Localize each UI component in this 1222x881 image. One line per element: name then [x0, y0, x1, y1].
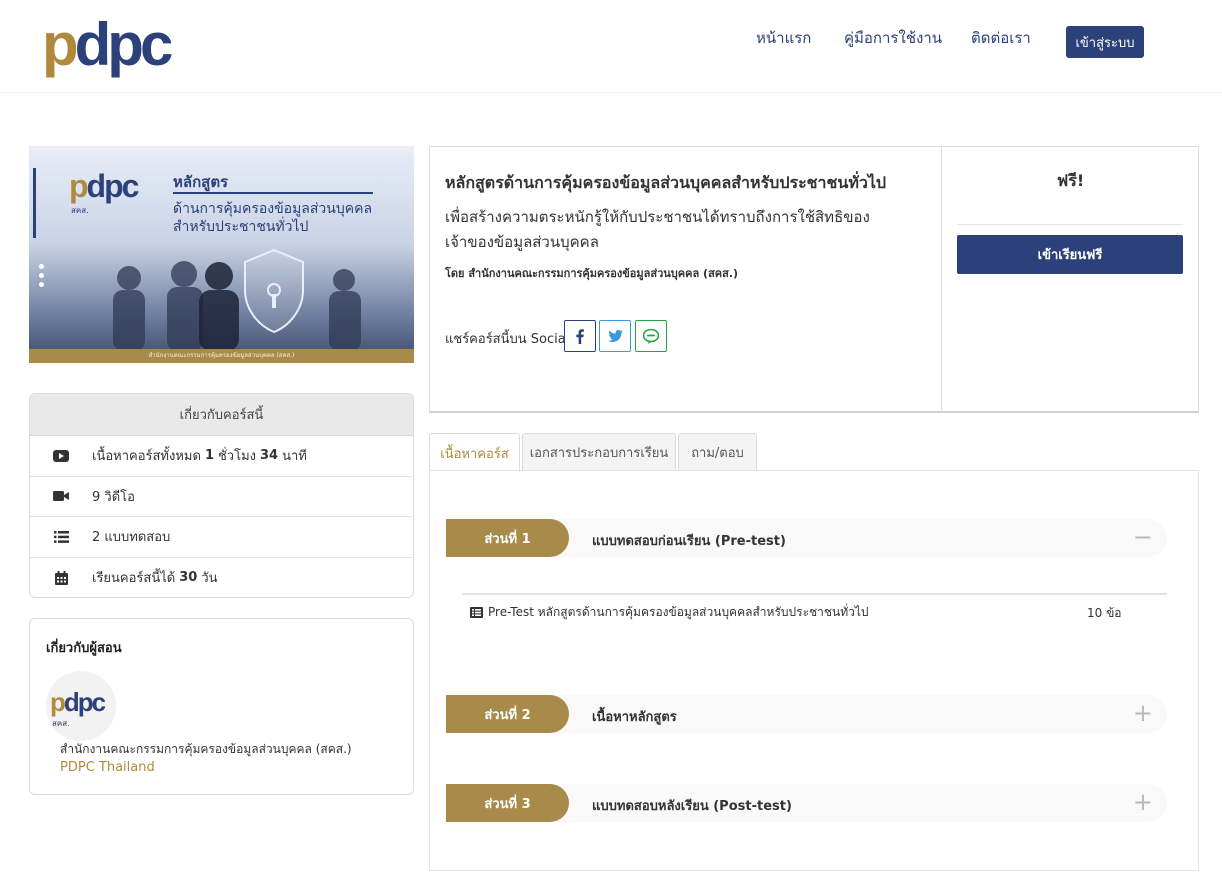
lesson-item[interactable]: Pre-Test หลักสูตรด้านการคุ้มครองข้อมูลส่… [470, 602, 1160, 622]
share-line-button[interactable] [635, 320, 667, 352]
about-access-row: เรียนคอร์สนี้ได้ 30 วัน [30, 558, 413, 598]
lesson-question-count: 10 ข้อ [1087, 606, 1122, 620]
section-1-header[interactable]: ส่วนที่ 1 แบบทดสอบก่อนเรียน (Pre-test) − [446, 519, 1167, 557]
course-content-panel: ส่วนที่ 1 แบบทดสอบก่อนเรียน (Pre-test) −… [429, 470, 1199, 871]
expand-icon[interactable]: + [1133, 699, 1153, 727]
video-camera-icon [30, 490, 92, 502]
course-title: หลักสูตรด้านการคุ้มครองข้อมูลส่วนบุคคลสำ… [445, 173, 887, 192]
about-course-panel: เกี่ยวกับคอร์สนี้ เนื้อหาคอร์สทั้งหมด 1 … [29, 393, 414, 598]
course-author: โดย สำนักงานคณะกรรมการคุ้มครองข้อมูลส่วน… [445, 267, 739, 280]
logo-letter-p: p [42, 11, 79, 78]
instructor-heading: เกี่ยวกับผู้สอน [46, 641, 122, 656]
banner-footer-text: สำนักงานคณะกรรมการคุ้มครองข้อมูลส่วนบุคค… [29, 349, 414, 363]
share-facebook-button[interactable] [564, 320, 596, 352]
nav-manual-link[interactable]: คู่มือการใช้งาน [844, 26, 942, 50]
instructor-avatar: pdpc สคส. [46, 671, 116, 741]
about-course-heading: เกี่ยวกับคอร์สนี้ [30, 394, 413, 436]
about-videos-row: 9 วิดีโอ [30, 477, 413, 517]
youtube-icon [30, 449, 92, 462]
facebook-icon [576, 328, 584, 344]
lesson-title: Pre-Test หลักสูตรด้านการคุ้มครองข้อมูลส่… [488, 604, 869, 619]
share-label: แชร์คอร์สนี้บน Social: [445, 332, 574, 347]
avatar-logo-sub: สคส. [52, 719, 70, 728]
section-2-label: ส่วนที่ 2 [446, 695, 569, 733]
expand-icon[interactable]: + [1133, 788, 1153, 816]
course-info-panel: หลักสูตรด้านการคุ้มครองข้อมูลส่วนบุคคลสำ… [429, 146, 1199, 413]
instructor-profile-link[interactable]: PDPC Thailand [60, 760, 155, 775]
share-twitter-button[interactable] [599, 320, 631, 352]
tab-documents[interactable]: เอกสารประกอบการเรียน [522, 433, 676, 471]
avatar-logo-p: p [50, 687, 66, 717]
section-3-title: แบบทดสอบหลังเรียน (Post-test) [592, 799, 792, 814]
login-button[interactable]: เข้าสู่ระบบ [1066, 26, 1144, 58]
price-divider [957, 224, 1183, 225]
section-2-header[interactable]: ส่วนที่ 2 เนื้อหาหลักสูตร + [446, 695, 1167, 733]
pdpc-logo[interactable]: pdpc [42, 11, 173, 78]
course-description: เพื่อสร้างความตระหนักรู้ให้กับประชาชนได้… [445, 208, 870, 251]
instructor-panel: เกี่ยวกับผู้สอน pdpc สคส. สำนักงานคณะกรร… [29, 618, 414, 795]
section-1-label: ส่วนที่ 1 [446, 519, 569, 557]
banner-logo-dpc: dpc [86, 168, 140, 204]
collapse-icon[interactable]: − [1133, 523, 1153, 551]
shield-lock-icon [244, 248, 304, 334]
course-banner-image: pdpc สคส. หลักสูตร ด้านการคุ้มครองข้อมูล… [29, 146, 414, 363]
tab-qa[interactable]: ถาม/ตอบ [678, 433, 757, 471]
section-1-divider [462, 593, 1167, 595]
banner-subtitle-2: สำหรับประชาชนทั่วไป [173, 219, 309, 235]
banner-divider [173, 192, 373, 194]
banner-dots [39, 264, 44, 291]
instructor-name: สำนักงานคณะกรรมการคุ้มครองข้อมูลส่วนบุคค… [60, 742, 352, 756]
site-header: pdpc หน้าแรก คู่มือการใช้งาน ติดต่อเรา เ… [0, 0, 1222, 93]
section-2-title: เนื้อหาหลักสูตร [592, 710, 677, 725]
banner-logo-sub: สคส. [71, 206, 89, 215]
section-3-label: ส่วนที่ 3 [446, 784, 569, 822]
section-1-title: แบบทดสอบก่อนเรียน (Pre-test) [592, 534, 786, 549]
about-quizzes-row: 2 แบบทดสอบ [30, 517, 413, 558]
banner-logo: pdpc [69, 168, 149, 208]
course-price: ฟรี! [1056, 171, 1085, 190]
logo-letters-dpc: dpc [74, 11, 174, 78]
banner-logo-p: p [69, 168, 88, 204]
banner-accent-bar [33, 168, 36, 238]
line-icon [643, 328, 659, 344]
calendar-icon [30, 570, 92, 585]
banner-title: หลักสูตร [173, 173, 229, 191]
quiz-list-icon [470, 606, 483, 618]
nav-home-link[interactable]: หน้าแรก [756, 26, 811, 50]
tab-course-content[interactable]: เนื้อหาคอร์ส [429, 433, 520, 472]
section-3-header[interactable]: ส่วนที่ 3 แบบทดสอบหลังเรียน (Post-test) … [446, 784, 1167, 822]
list-icon [30, 530, 92, 543]
twitter-icon [607, 330, 623, 342]
enroll-free-button[interactable]: เข้าเรียนฟรี [957, 235, 1183, 274]
avatar-logo-dpc: dpc [63, 687, 106, 717]
about-duration-row: เนื้อหาคอร์สทั้งหมด 1 ชั่วโมง 34 นาที [30, 436, 413, 477]
nav-contact-link[interactable]: ติดต่อเรา [971, 26, 1031, 50]
